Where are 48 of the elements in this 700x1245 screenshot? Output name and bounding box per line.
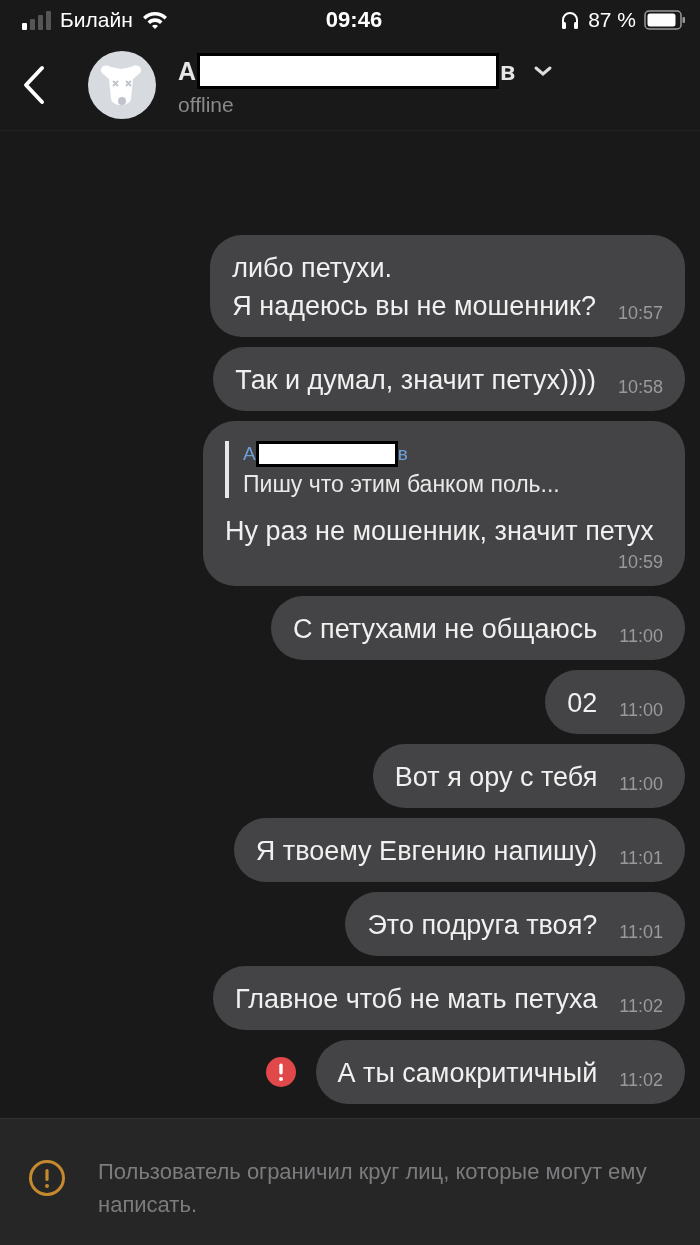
warning-icon xyxy=(28,1159,66,1197)
message-text: Ну раз не мошенник, значит петух xyxy=(225,515,654,548)
message-time: 10:57 xyxy=(617,302,663,325)
chevron-down-icon[interactable] xyxy=(533,65,554,77)
battery-percent: 87 % xyxy=(588,8,636,32)
contact-name[interactable]: А xyxy=(178,56,197,86)
message-bubble[interactable]: Я твоему Евгению напишу) 11:01 xyxy=(233,818,685,882)
message-bubble[interactable]: Так и думал, значит петух)))) 10:58 xyxy=(213,347,685,411)
quoted-author: А xyxy=(243,443,256,465)
contact-name[interactable]: в xyxy=(500,56,516,86)
message-bubble[interactable]: Вот я ору с тебя 11:00 xyxy=(372,744,685,808)
message-time: 10:58 xyxy=(617,376,663,399)
message-bubble[interactable]: Это подруга твоя? 11:01 xyxy=(345,892,685,956)
avatar[interactable] xyxy=(88,51,156,119)
message-bubble[interactable]: 02 11:00 xyxy=(545,670,685,734)
message-text: 02 xyxy=(567,687,598,720)
message-time: 10:59 xyxy=(617,551,663,574)
carrier-name: Билайн xyxy=(60,8,133,32)
message-text: Так и думал, значит петух)))) xyxy=(235,364,596,397)
signal-icon xyxy=(22,10,52,30)
error-icon[interactable] xyxy=(265,1057,296,1087)
message-bubble[interactable]: С петухами не общаюсь 11:00 xyxy=(271,596,685,660)
restriction-notice: Пользователь ограничил круг лиц, которые могут ему написать. xyxy=(98,1158,648,1219)
contact-status: offline xyxy=(178,93,235,117)
message-bubble[interactable]: либо петухи. Я надеюсь вы не мошенник? 10:57 xyxy=(210,235,685,337)
message-time: 11:00 xyxy=(619,773,663,796)
headphones-icon xyxy=(560,10,581,30)
battery-icon xyxy=(644,10,686,30)
message-time: 11:00 xyxy=(619,699,663,722)
message-text: Это подруга твоя? xyxy=(367,909,598,942)
message-time: 11:01 xyxy=(619,921,663,944)
message-text: Вот я ору с тебя xyxy=(394,761,598,794)
clock: 09:46 xyxy=(325,7,383,33)
message-time: 11:00 xyxy=(619,625,663,648)
message-time: 11:02 xyxy=(619,995,663,1018)
message-text: А ты самокритичный xyxy=(337,1057,598,1090)
message-text: либо петухи. Я надеюсь вы не мошенник? xyxy=(232,252,596,323)
back-icon[interactable] xyxy=(22,65,46,105)
message-time: 11:02 xyxy=(619,1069,663,1092)
message-bubble[interactable]: А ты самокритичный 11:02 xyxy=(315,1040,685,1104)
quoted-author: в xyxy=(397,443,408,465)
message-bubble[interactable]: А в Пишу что этим банком поль... Ну раз не мошенник, значит петух 10:59 xyxy=(203,421,685,586)
message-text: С петухами не общаюсь xyxy=(293,613,598,646)
message-bubble[interactable]: Главное чтоб не мать петуха 11:02 xyxy=(213,966,685,1030)
message-time: 11:01 xyxy=(619,847,663,870)
message-text: Главное чтоб не мать петуха xyxy=(235,983,598,1016)
quoted-text: Пишу что этим банком поль... xyxy=(243,471,561,498)
message-text: Я твоему Евгению напишу) xyxy=(255,835,598,868)
